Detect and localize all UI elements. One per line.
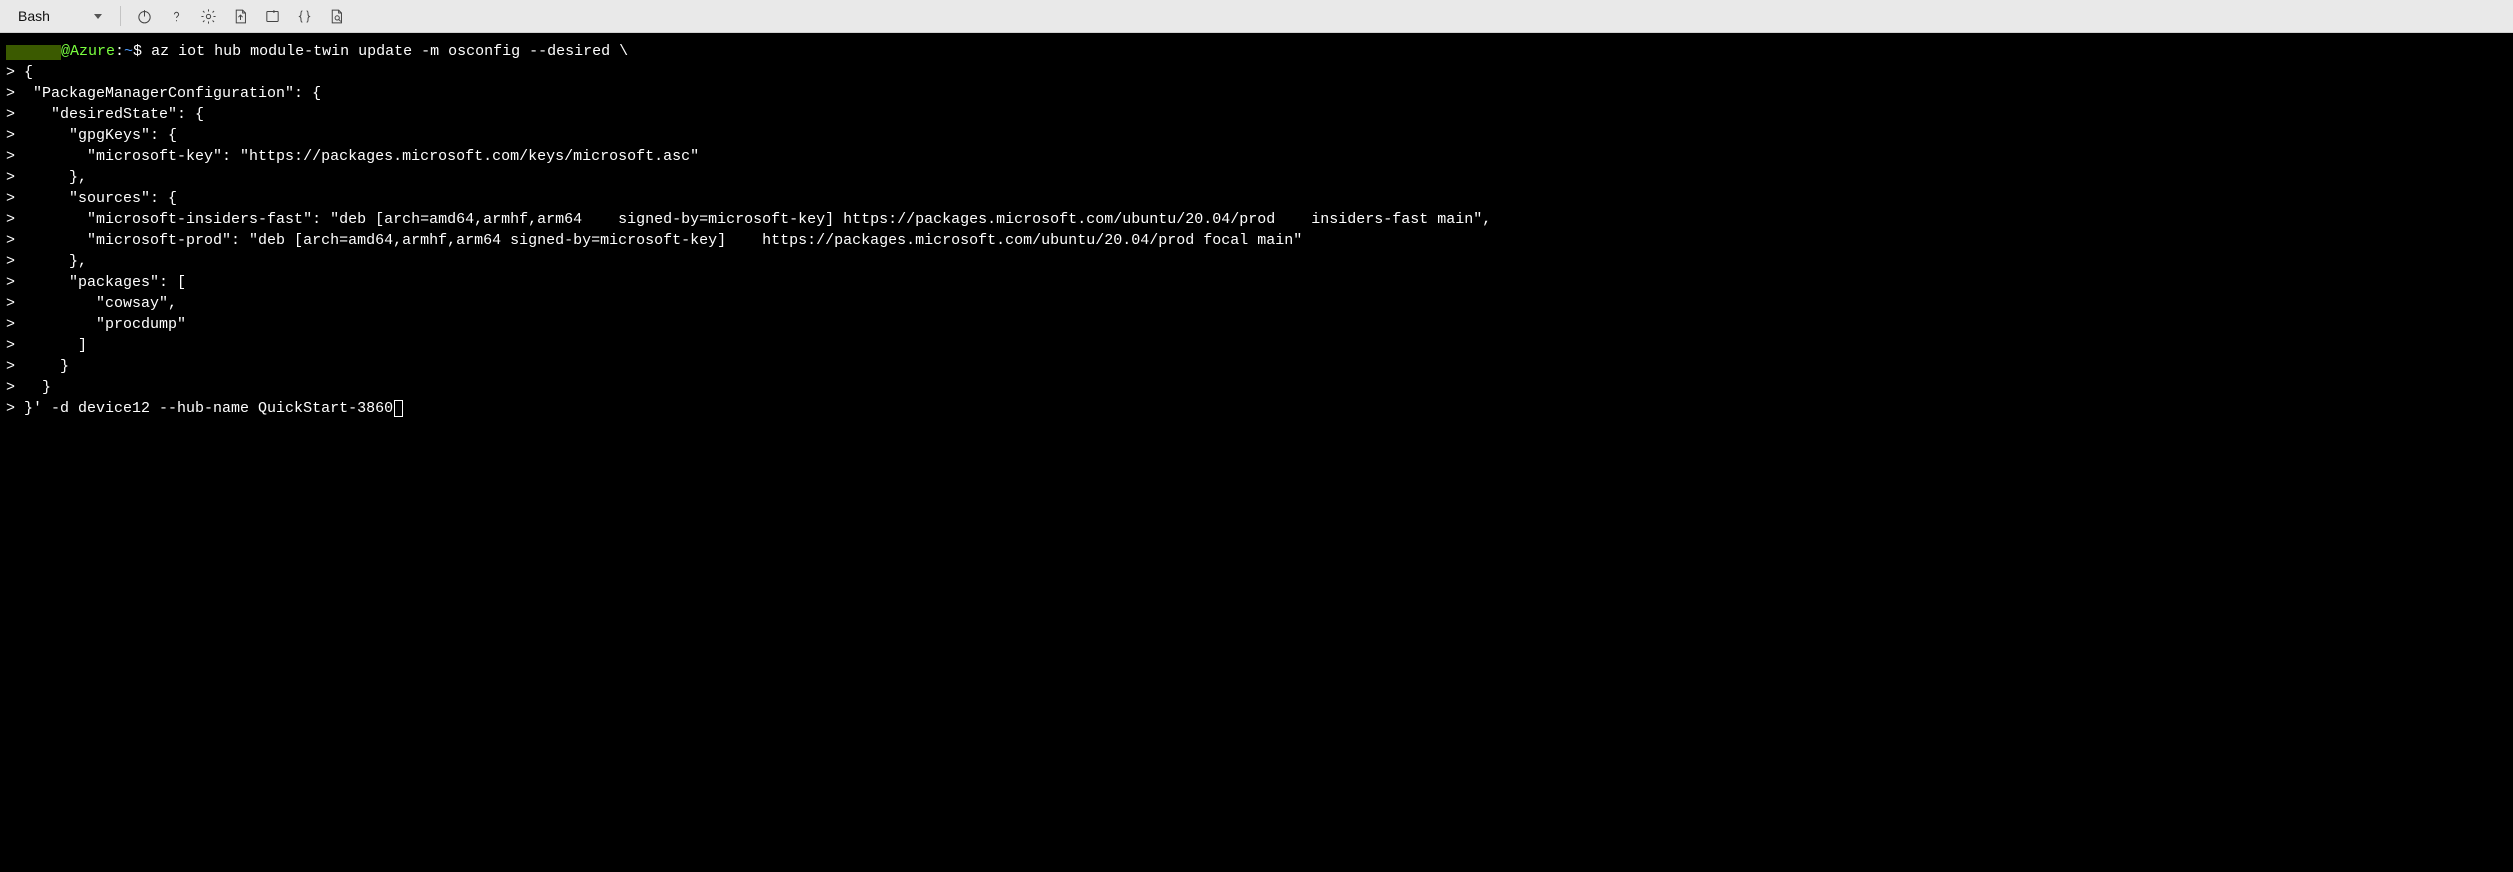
- command-continuation: "PackageManagerConfiguration": {: [15, 85, 321, 102]
- command-continuation: },: [15, 169, 87, 186]
- chevron-down-icon: [94, 14, 102, 19]
- command-continuation: "microsoft-insiders-fast": "deb [arch=am…: [15, 211, 1491, 228]
- continuation-marker: >: [6, 64, 15, 81]
- command-text: az iot hub module-twin update -m osconfi…: [151, 43, 628, 60]
- continuation-marker: >: [6, 400, 15, 417]
- command-continuation: "sources": {: [15, 190, 177, 207]
- command-continuation: "desiredState": {: [15, 106, 204, 123]
- command-continuation: "cowsay",: [15, 295, 177, 312]
- prompt-path: ~: [124, 43, 133, 60]
- editor-button[interactable]: [291, 2, 319, 30]
- power-restart-button[interactable]: [131, 2, 159, 30]
- command-continuation: "procdump": [15, 316, 186, 333]
- command-continuation: "gpgKeys": {: [15, 127, 177, 144]
- continuation-marker: >: [6, 232, 15, 249]
- settings-button[interactable]: [195, 2, 223, 30]
- continuation-marker: >: [6, 337, 15, 354]
- shell-label: Bash: [18, 8, 50, 24]
- power-icon: [136, 8, 153, 25]
- continuation-marker: >: [6, 127, 15, 144]
- redacted-username: [6, 45, 61, 60]
- command-continuation: }: [15, 379, 51, 396]
- continuation-marker: >: [6, 253, 15, 270]
- continuation-marker: >: [6, 295, 15, 312]
- continuation-marker: >: [6, 379, 15, 396]
- continuation-marker: >: [6, 316, 15, 333]
- web-preview-button[interactable]: [323, 2, 351, 30]
- continuation-marker: >: [6, 190, 15, 207]
- prompt-colon: :: [115, 43, 124, 60]
- continuation-marker: >: [6, 274, 15, 291]
- command-continuation: }' -d device12 --hub-name QuickStart-386…: [15, 400, 393, 417]
- command-continuation: "microsoft-key": "https://packages.micro…: [15, 148, 699, 165]
- shell-selector[interactable]: Bash: [10, 5, 110, 27]
- new-tab-icon: [264, 8, 281, 25]
- continuation-marker: >: [6, 106, 15, 123]
- continuation-marker: >: [6, 148, 15, 165]
- new-session-button[interactable]: [259, 2, 287, 30]
- command-continuation: },: [15, 253, 87, 270]
- continuation-marker: >: [6, 169, 15, 186]
- continuation-marker: >: [6, 211, 15, 228]
- help-button[interactable]: [163, 2, 191, 30]
- cloud-shell-toolbar: Bash: [0, 0, 2513, 33]
- toolbar-divider: [120, 6, 121, 26]
- command-continuation: {: [15, 64, 33, 81]
- command-continuation: ]: [15, 337, 87, 354]
- command-continuation: "microsoft-prod": "deb [arch=amd64,armhf…: [15, 232, 1302, 249]
- terminal-pane[interactable]: @Azure:~$ az iot hub module-twin update …: [0, 33, 2513, 553]
- command-continuation: }: [15, 358, 69, 375]
- prompt-dollar: $: [133, 43, 151, 60]
- command-continuation: "packages": [: [15, 274, 186, 291]
- help-icon: [168, 8, 185, 25]
- terminal-cursor: [394, 400, 403, 417]
- file-transfer-icon: [232, 8, 249, 25]
- gear-icon: [200, 8, 217, 25]
- upload-download-button[interactable]: [227, 2, 255, 30]
- braces-icon: [296, 8, 313, 25]
- continuation-marker: >: [6, 85, 15, 102]
- preview-icon: [328, 8, 345, 25]
- continuation-marker: >: [6, 358, 15, 375]
- prompt-host: @Azure: [61, 43, 115, 60]
